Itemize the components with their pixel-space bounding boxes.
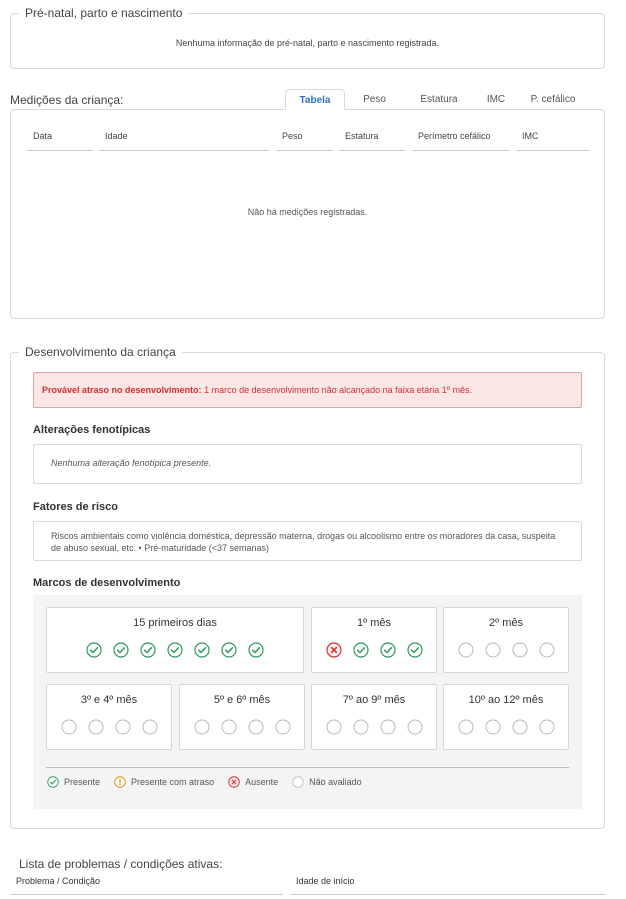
empty-circle-icon bbox=[248, 719, 263, 735]
milestone-card-10-12-mes: 10º ao 12º mês bbox=[443, 684, 569, 750]
empty-circle-icon bbox=[326, 719, 341, 735]
col-estatura[interactable]: Estatura bbox=[339, 131, 405, 151]
check-circle-icon bbox=[248, 642, 264, 658]
empty-circle-icon bbox=[407, 719, 422, 735]
development-alert: Provável atraso no desenvolvimento: 1 ma… bbox=[33, 372, 582, 408]
milestone-dots bbox=[312, 642, 436, 658]
check-circle-icon bbox=[113, 642, 129, 658]
check-circle-icon bbox=[221, 642, 237, 658]
milestone-card-3-4-mes: 3º e 4º mês bbox=[46, 684, 172, 750]
legend-label: Ausente bbox=[245, 777, 279, 787]
milestone-card-7-9-mes: 7º ao 9º mês bbox=[311, 684, 437, 750]
check-circle-icon bbox=[406, 642, 423, 658]
milestone-dots bbox=[47, 719, 171, 735]
milestones-panel: 15 primeiros dias 1º mês 2º mês 3º e 4º … bbox=[33, 595, 582, 809]
empty-circle-icon bbox=[539, 642, 554, 658]
milestone-card-5-6-mes: 5º e 6º mês bbox=[179, 684, 305, 750]
risk-box: Riscos ambientais como violência domésti… bbox=[33, 521, 582, 561]
col-perimetro-cefalico[interactable]: Perímetro cefálico bbox=[412, 131, 510, 151]
check-circle-icon bbox=[47, 776, 59, 788]
measurements-tabs: Tabela Peso Estatura IMC P. cefálico bbox=[285, 89, 588, 110]
check-circle-icon bbox=[86, 642, 102, 658]
tab-imc[interactable]: IMC bbox=[474, 89, 518, 110]
phenotypic-title: Alterações fenotípicas bbox=[33, 424, 151, 436]
measurements-panel: Data Idade Peso Estatura Perímetro cefál… bbox=[10, 109, 605, 319]
milestone-dots bbox=[444, 642, 568, 658]
milestone-card-title: 5º e 6º mês bbox=[213, 694, 271, 706]
empty-circle-icon bbox=[512, 642, 527, 658]
milestone-dots bbox=[47, 642, 303, 658]
risk-title: Fatores de risco bbox=[33, 501, 118, 513]
check-circle-icon bbox=[379, 642, 396, 658]
check-circle-icon bbox=[140, 642, 156, 658]
milestone-card-title: 1º mês bbox=[357, 617, 391, 629]
milestone-dots bbox=[180, 719, 304, 735]
empty-circle-icon bbox=[458, 719, 473, 735]
development-legend: Desenvolvimento da criança bbox=[19, 345, 182, 359]
phenotypic-box: Nenhuma alteração fenotípica presente. bbox=[33, 444, 582, 484]
legend-label: Presente bbox=[64, 777, 101, 787]
x-circle-icon bbox=[325, 642, 342, 658]
col-problema-condicao[interactable]: Problema / Condição bbox=[10, 876, 283, 895]
empty-circle-icon bbox=[194, 719, 209, 735]
milestone-dots bbox=[444, 719, 568, 735]
check-circle-icon bbox=[167, 642, 183, 658]
legend-label: Não avaliado bbox=[309, 777, 362, 787]
empty-circle-icon bbox=[353, 719, 368, 735]
col-idade[interactable]: Idade bbox=[99, 131, 269, 151]
measurements-table-header: Data Idade Peso Estatura Perímetro cefál… bbox=[27, 131, 590, 151]
milestone-card-title: 15 primeiros dias bbox=[133, 617, 217, 629]
col-idade-inicio[interactable]: Idade de início bbox=[290, 876, 606, 895]
empty-circle-icon bbox=[292, 776, 304, 788]
empty-circle-icon bbox=[88, 719, 103, 735]
col-peso[interactable]: Peso bbox=[276, 131, 333, 151]
milestone-card-15-dias: 15 primeiros dias bbox=[46, 607, 304, 673]
check-circle-icon bbox=[352, 642, 369, 658]
milestones-title: Marcos de desenvolvimento bbox=[33, 577, 181, 589]
prenatal-message: Nenhuma informação de pré-natal, parto e… bbox=[175, 38, 440, 48]
milestone-card-title: 10º ao 12º mês bbox=[468, 694, 544, 706]
alert-bold: Provável atraso no desenvolvimento: bbox=[42, 385, 202, 395]
milestone-card-2-mes: 2º mês bbox=[443, 607, 569, 673]
tab-p-cefalico[interactable]: P. cefálico bbox=[518, 89, 588, 110]
legend-item-none: Não avaliado bbox=[292, 776, 362, 788]
col-imc[interactable]: IMC bbox=[516, 131, 590, 151]
col-data[interactable]: Data bbox=[27, 131, 93, 151]
measurements-empty-message: Não há medições registradas. bbox=[247, 207, 368, 217]
x-circle-icon bbox=[228, 776, 240, 788]
alert-text: 1 marco de desenvolvimento não alcançado… bbox=[201, 385, 473, 395]
prenatal-legend: Pré-natal, parto e nascimento bbox=[19, 6, 189, 20]
empty-circle-icon bbox=[142, 719, 157, 735]
empty-circle-icon bbox=[512, 719, 527, 735]
empty-circle-icon bbox=[275, 719, 290, 735]
empty-circle-icon bbox=[458, 642, 473, 658]
milestone-card-title: 3º e 4º mês bbox=[80, 694, 138, 706]
empty-circle-icon bbox=[115, 719, 130, 735]
tab-estatura[interactable]: Estatura bbox=[404, 89, 474, 110]
legend-item-present: Presente bbox=[47, 776, 100, 788]
empty-circle-icon bbox=[485, 642, 500, 658]
empty-circle-icon bbox=[539, 719, 554, 735]
check-circle-icon bbox=[194, 642, 210, 658]
prenatal-section: Pré-natal, parto e nascimento Nenhuma in… bbox=[10, 6, 605, 69]
development-section: Desenvolvimento da criança Provável atra… bbox=[10, 345, 605, 829]
measurements-title: Medições da criança: bbox=[10, 93, 124, 107]
milestone-card-title: 2º mês bbox=[489, 617, 523, 629]
legend-item-absent: Ausente bbox=[228, 776, 278, 788]
empty-circle-icon bbox=[485, 719, 500, 735]
milestones-legend: Presente Presente com atraso Ausente Não av… bbox=[47, 776, 376, 788]
milestone-card-title: 7º ao 9º mês bbox=[342, 694, 406, 706]
exclamation-circle-icon bbox=[114, 776, 126, 788]
tab-tabela[interactable]: Tabela bbox=[285, 89, 345, 110]
empty-circle-icon bbox=[221, 719, 236, 735]
empty-circle-icon bbox=[61, 719, 76, 735]
legend-item-delayed: Presente com atraso bbox=[114, 776, 214, 788]
legend-divider bbox=[46, 767, 569, 768]
tab-peso[interactable]: Peso bbox=[345, 89, 404, 110]
empty-circle-icon bbox=[380, 719, 395, 735]
milestone-dots bbox=[312, 719, 436, 735]
milestone-card-1-mes: 1º mês bbox=[311, 607, 437, 673]
problems-title: Lista de problemas / condições ativas: bbox=[19, 857, 223, 871]
legend-label: Presente com atraso bbox=[131, 777, 215, 787]
